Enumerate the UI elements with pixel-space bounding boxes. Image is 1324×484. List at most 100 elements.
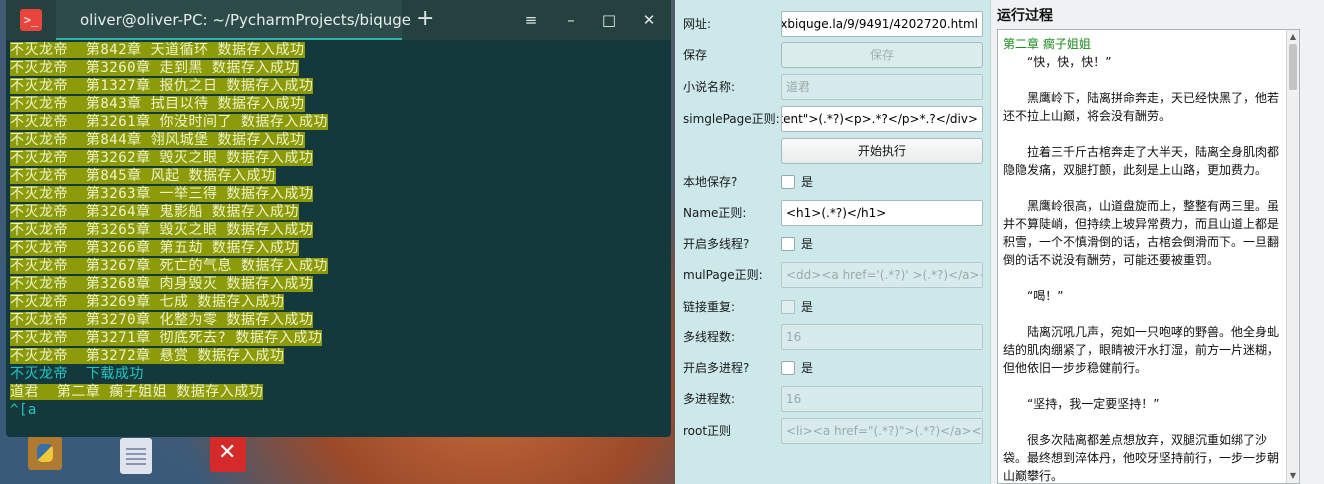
terminal-line-text: 不灭龙帝 第3264章 鬼影船 数据存入成功 — [10, 204, 299, 220]
thread-count-label: 多线程数: — [683, 330, 736, 344]
terminal-line-text: 不灭龙帝 第3267章 死亡的气息 数据存入成功 — [10, 258, 328, 274]
run-log-textarea[interactable]: 第二章 瘸子姐姐 “快，快，快！” 黑鹰岭下，陆离拼命奔走，天已经快黑了，他若还… — [997, 29, 1300, 484]
scroll-down-arrow-icon[interactable]: ▼ — [1287, 470, 1299, 482]
terminal-line: 不灭龙帝 第3262章 毁灭之眼 数据存入成功 — [10, 149, 667, 167]
log-paragraph: 拉着三千斤古棺奔走了大半天，陆离全身肌肉都隐隐发痛，双腿打颤，此刻是上山路，更加… — [1003, 145, 1280, 177]
save-button[interactable]: 保存 — [781, 42, 983, 68]
process-count-row: 多进程数: 16 — [675, 386, 990, 412]
scroll-up-arrow-icon[interactable]: ▲ — [1287, 31, 1299, 43]
thread-count-row: 多线程数: 16 — [675, 324, 990, 350]
local-save-checkbox-label[interactable]: 是 — [801, 173, 813, 190]
terminal-line: 不灭龙帝 第3261章 你没时间了 数据存入成功 — [10, 113, 667, 131]
terminal-line-text: 不灭龙帝 第3269章 七成 数据存入成功 — [10, 294, 285, 310]
url-label: 网址: — [683, 17, 712, 31]
log-paragraph: 黑鹰岭下，陆离拼命奔走，天已经快黑了，他若还不拉上山巅，将会没有酬劳。 — [1003, 91, 1280, 123]
terminal-window: >_ oliver@oliver-PC: ~/PycharmProjects/b… — [6, 0, 671, 437]
terminal-line: 不灭龙帝 第845章 风起 数据存入成功 — [10, 167, 667, 185]
link-repeat-checkbox[interactable] — [781, 300, 795, 314]
run-log-scrollbar[interactable]: ▲ ▼ — [1286, 30, 1299, 483]
chapter-heading: 第二章 瘸子姐姐 — [1003, 37, 1091, 51]
thread-count-input[interactable]: 16 — [781, 324, 983, 350]
local-save-label: 本地保存? — [683, 175, 738, 189]
start-row: 开始执行 — [675, 138, 990, 164]
log-blank-line — [1003, 377, 1285, 395]
terminal-line-text: 不灭龙帝 第3270章 化整为零 数据存入成功 — [10, 312, 314, 328]
root-regex-input[interactable]: <li><a href="(.*?)">(.*?)</a></li> — [781, 418, 983, 444]
terminal-line-text: 不灭龙帝 第1327章 报仇之日 数据存入成功 — [10, 78, 314, 94]
terminal-line: 不灭龙帝 第3264章 鬼影船 数据存入成功 — [10, 203, 667, 221]
close-icon[interactable]: ✕ — [640, 11, 658, 29]
log-blank-line — [1003, 71, 1285, 89]
terminal-line: 不灭龙帝 第1327章 报仇之日 数据存入成功 — [10, 77, 667, 95]
url-row: 网址: w.xbiquge.la/9/9491/4202720.html — [675, 11, 990, 37]
novel-name-label: 小说名称: — [683, 80, 736, 94]
local-save-checkbox[interactable] — [781, 175, 795, 189]
novel-name-input[interactable]: 道君 — [781, 74, 983, 100]
log-blank-line — [1003, 305, 1285, 323]
menu-icon[interactable]: ≡ — [522, 11, 540, 29]
terminal-line-text: 不灭龙帝 第3265章 毁灭之眼 数据存入成功 — [10, 222, 314, 238]
multiprocess-checkbox[interactable] — [781, 361, 795, 375]
minimize-icon[interactable]: – — [562, 11, 580, 29]
single-page-regex-value: ="content">(.*?)<p>.*?</p>*.?</div> — [782, 112, 978, 126]
terminal-line: 不灭龙帝 第3267章 死亡的气息 数据存入成功 — [10, 257, 667, 275]
save-row: 保存 保存 — [675, 42, 990, 68]
run-log-pane: 运行过程 第二章 瘸子姐姐 “快，快，快！” 黑鹰岭下，陆离拼命奔走，天已经快黑… — [990, 0, 1324, 484]
terminal-line: ^[a — [10, 401, 667, 419]
terminal-line-text: 不灭龙帝 第843章 拭目以待 数据存入成功 — [10, 96, 305, 112]
new-tab-icon[interactable]: + — [416, 6, 434, 31]
multithread-checkbox-label[interactable]: 是 — [801, 235, 813, 252]
terminal-app-icon: >_ — [20, 9, 42, 31]
log-paragraph: “喝！” — [1003, 289, 1064, 303]
mulpage-regex-label: mulPage正则: — [683, 268, 763, 282]
terminal-line: 不灭龙帝 第3265章 毁灭之眼 数据存入成功 — [10, 221, 667, 239]
run-log-title: 运行过程 — [997, 8, 1053, 24]
log-paragraph: 黑鹰岭很高，山道盘旋而上，整整有两三里。虽并不算陡峭，但持续上坡异常费力，而且山… — [1003, 199, 1280, 267]
multiprocess-label: 开启多进程? — [683, 361, 750, 375]
link-repeat-checkbox-label[interactable]: 是 — [801, 298, 813, 315]
log-blank-line — [1003, 413, 1285, 431]
terminal-output[interactable]: 不灭龙帝 第842章 天道循环 数据存入成功 不灭龙帝 第3260章 走到黑 数据… — [10, 41, 667, 433]
mulpage-regex-row: mulPage正则: <dd><a href='(.*?)' >(.*?)</a… — [675, 262, 990, 288]
url-input[interactable]: w.xbiquge.la/9/9491/4202720.html — [781, 11, 983, 37]
terminal-line: 不灭龙帝 第842章 天道循环 数据存入成功 — [10, 41, 667, 59]
mulpage-regex-input[interactable]: <dd><a href='(.*?)' >(.*?)</a></dd> — [781, 262, 983, 288]
multiprocess-row: 开启多进程? 是 — [675, 355, 990, 381]
crawler-settings-panel: 网址: w.xbiquge.la/9/9491/4202720.html 保存 … — [675, 0, 990, 484]
terminal-line: 不灭龙帝 第3272章 悬赏 数据存入成功 — [10, 347, 667, 365]
document-file-icon[interactable] — [120, 438, 152, 474]
log-paragraph: “快，快，快！” — [1003, 55, 1112, 69]
terminal-line: 不灭龙帝 第3260章 走到黑 数据存入成功 — [10, 59, 667, 77]
name-regex-input[interactable]: <h1>(.*?)</h1> — [781, 200, 983, 226]
terminal-line-text: 道君 第二章 瘸子姐姐 数据存入成功 — [10, 384, 264, 400]
terminal-line-text: ^[a — [10, 402, 37, 418]
process-count-label: 多进程数: — [683, 392, 736, 406]
process-count-input[interactable]: 16 — [781, 386, 983, 412]
save-label: 保存 — [683, 48, 708, 62]
log-paragraph: “坚持，我一定要坚持！” — [1003, 397, 1160, 411]
scroll-thumb[interactable] — [1289, 44, 1297, 90]
python-file-icon[interactable] — [28, 436, 62, 470]
xmind-file-icon[interactable] — [210, 436, 246, 472]
terminal-line: 不灭龙帝 第3270章 化整为零 数据存入成功 — [10, 311, 667, 329]
log-blank-line — [1003, 125, 1285, 143]
terminal-line-text: 不灭龙帝 下载成功 — [10, 366, 144, 382]
terminal-line: 不灭龙帝 第3269章 七成 数据存入成功 — [10, 293, 667, 311]
single-page-regex-label: simglePage正则: — [683, 112, 780, 126]
terminal-line-text: 不灭龙帝 第844章 翎风城堡 数据存入成功 — [10, 132, 305, 148]
terminal-line-text: 不灭龙帝 第3268章 肉身毁灭 数据存入成功 — [10, 276, 314, 292]
maximize-icon[interactable]: □ — [600, 11, 618, 29]
multiprocess-checkbox-label[interactable]: 是 — [801, 359, 813, 376]
start-button[interactable]: 开始执行 — [781, 138, 983, 164]
link-repeat-label: 链接重复: — [683, 300, 736, 314]
run-log-content: 第二章 瘸子姐姐 “快，快，快！” 黑鹰岭下，陆离拼命奔走，天已经快黑了，他若还… — [1003, 35, 1285, 483]
terminal-tab-title: oliver@oliver-PC: ~/PycharmProjects/biqu… — [80, 11, 412, 29]
terminal-line: 道君 第二章 瘸子姐姐 数据存入成功 — [10, 383, 667, 401]
multithread-checkbox[interactable] — [781, 237, 795, 251]
url-value: w.xbiquge.la/9/9491/4202720.html — [781, 17, 978, 31]
terminal-line-text: 不灭龙帝 第3262章 毁灭之眼 数据存入成功 — [10, 150, 314, 166]
single-page-regex-input[interactable]: ="content">(.*?)<p>.*?</p>*.?</div> — [781, 106, 983, 132]
log-blank-line — [1003, 179, 1285, 197]
terminal-tab[interactable]: oliver@oliver-PC: ~/PycharmProjects/biqu… — [56, 0, 411, 40]
terminal-line: 不灭龙帝 第3263章 一举三得 数据存入成功 — [10, 185, 667, 203]
